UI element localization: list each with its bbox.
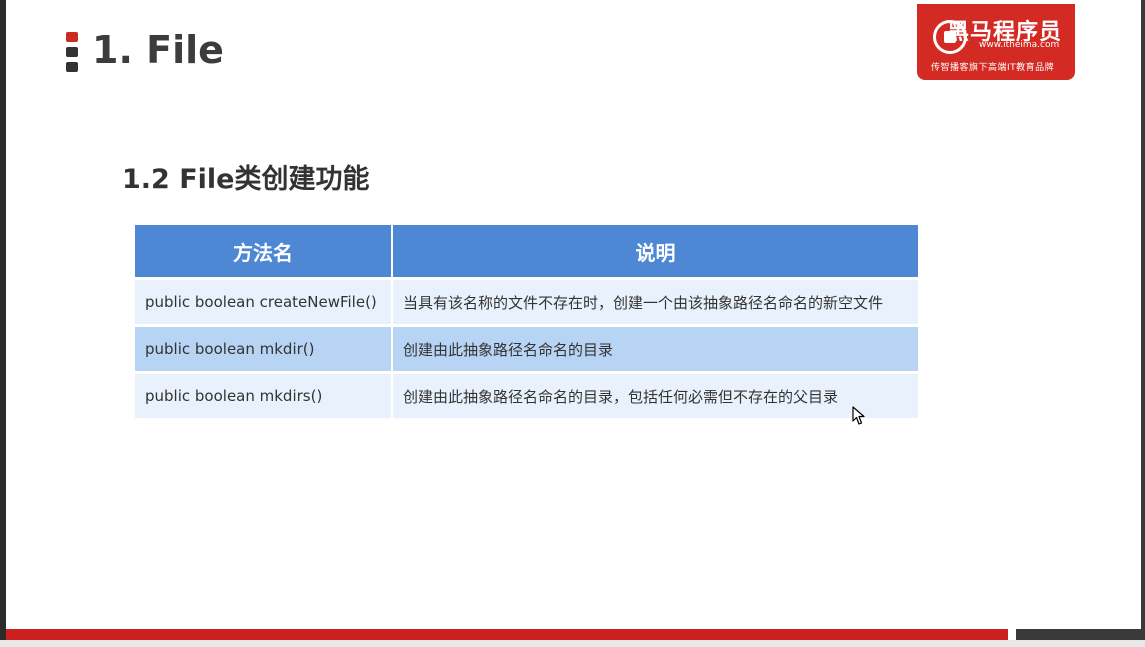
brand-logo: 黑马程序员 www.itheima.com 传智播客旗下高端IT教育品牌 <box>917 4 1075 80</box>
footer-accent-bar <box>6 629 1008 640</box>
table-row: public boolean createNewFile() 当具有该名称的文件… <box>135 277 918 326</box>
title-bullet-icon <box>66 32 78 72</box>
logo-tagline: 传智播客旗下高端IT教育品牌 <box>931 63 1055 73</box>
section-heading: 1.2 File类创建功能 <box>122 164 370 195</box>
table-row: public boolean mkdirs() 创建由此抽象路径名命名的目录，包… <box>135 371 918 418</box>
status-strip <box>0 640 1145 647</box>
description-cell: 创建由此抽象路径名命名的目录，包括任何必需但不存在的父目录 <box>392 371 918 418</box>
description-cell: 当具有该名称的文件不存在时，创建一个由该抽象路径名命名的新空文件 <box>392 277 918 326</box>
method-cell: public boolean mkdir() <box>135 324 393 373</box>
mouse-pointer-icon <box>852 406 865 425</box>
description-cell: 创建由此抽象路径名命名的目录 <box>392 324 918 373</box>
slide-title: 1. File <box>92 28 224 72</box>
method-cell: public boolean mkdirs() <box>135 371 393 418</box>
method-cell: public boolean createNewFile() <box>135 277 393 326</box>
table-row: public boolean mkdir() 创建由此抽象路径名命名的目录 <box>135 324 918 373</box>
presentation-slide: 1. File 黑马程序员 www.itheima.com 传智播客旗下高端IT… <box>0 0 1145 647</box>
footer-dark-bar <box>1016 629 1141 640</box>
window-left-edge <box>0 0 6 647</box>
logo-url: www.itheima.com <box>979 40 1060 50</box>
column-header-method: 方法名 <box>135 225 393 279</box>
column-header-description: 说明 <box>392 225 918 279</box>
window-right-edge <box>1141 0 1145 647</box>
table-header-row: 方法名 说明 <box>135 225 918 279</box>
methods-table: 方法名 说明 public boolean createNewFile() 当具… <box>135 225 918 418</box>
